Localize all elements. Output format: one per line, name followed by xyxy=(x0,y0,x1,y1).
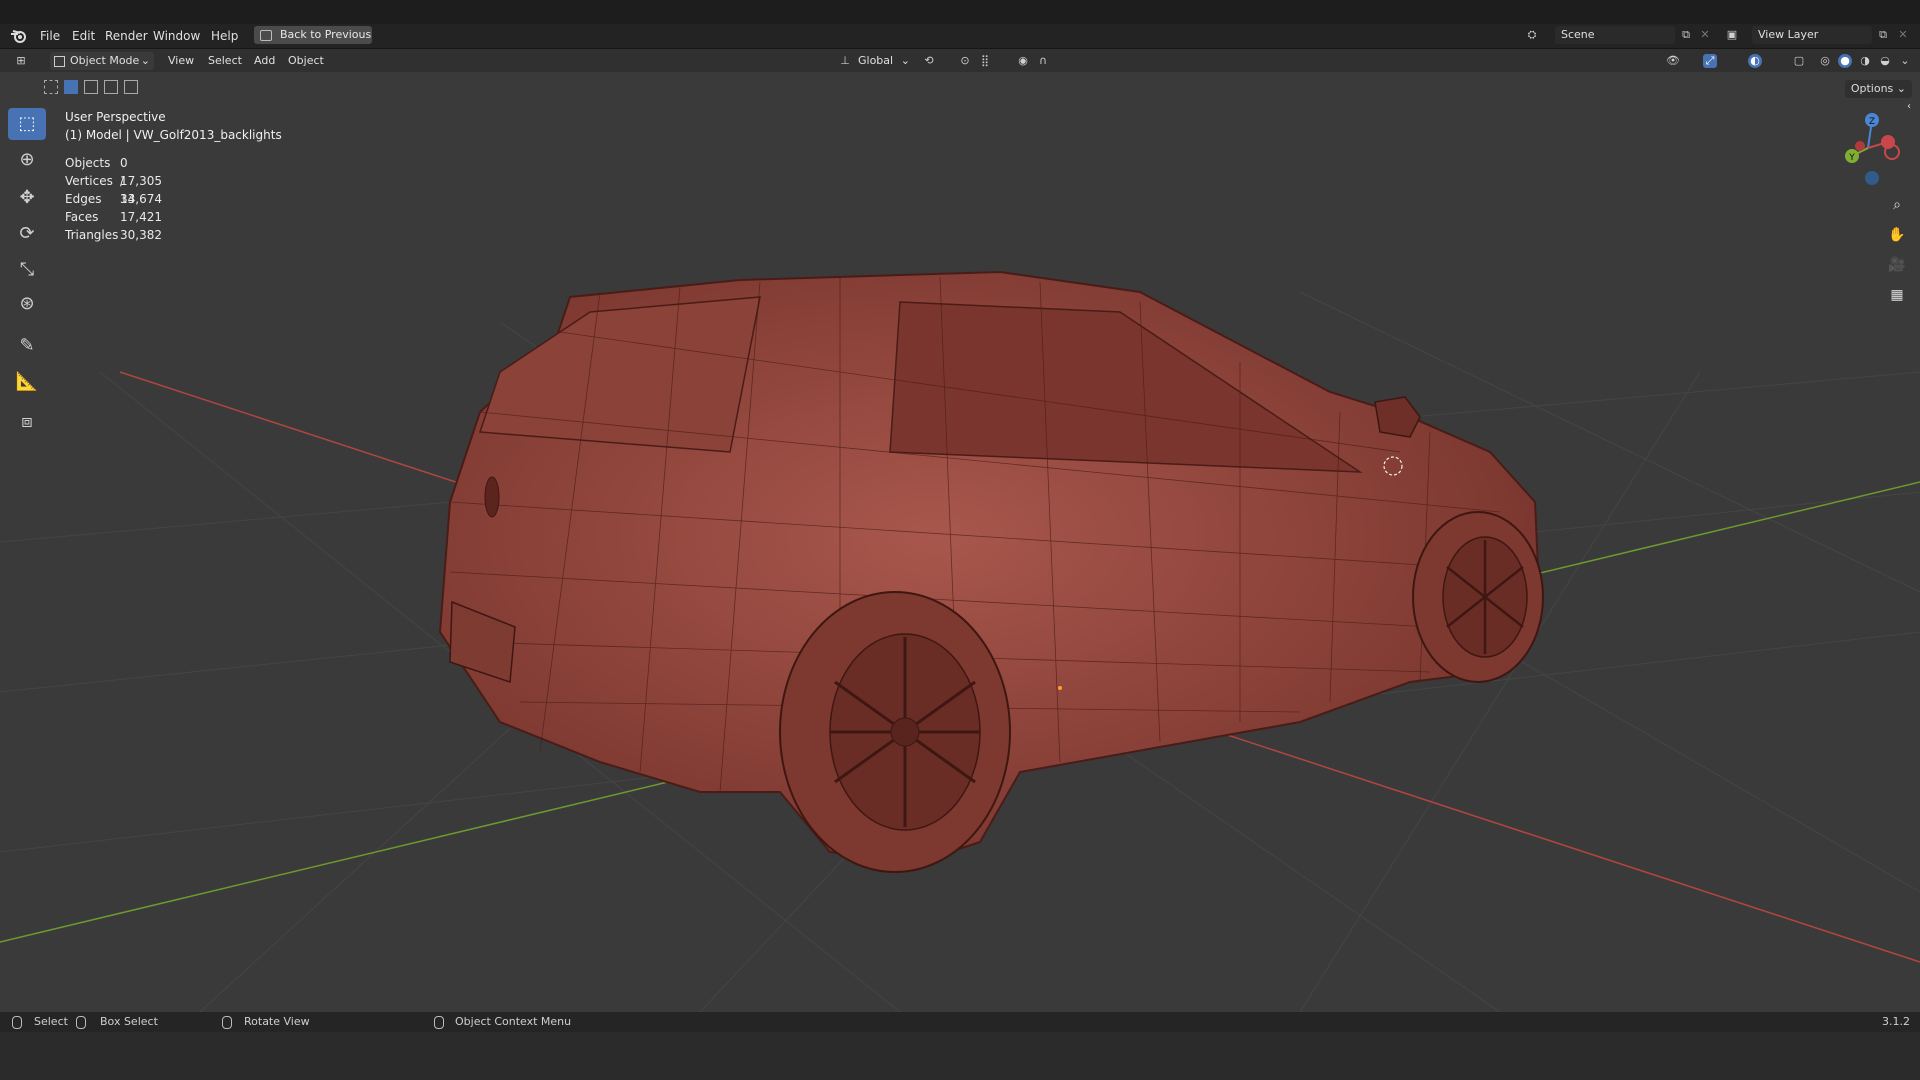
3d-viewport[interactable]: Z Y ⌕ ✋ 🎥 ▦ ‹ xyxy=(0,72,1920,1012)
navigation-gizmo[interactable]: Z Y xyxy=(1830,108,1910,188)
chevron-down-icon: ⌄ xyxy=(900,54,910,67)
transform-orientation-dropdown[interactable]: Global ⌄ xyxy=(856,52,912,70)
blender-logo-icon[interactable] xyxy=(10,28,28,44)
solid-shading-icon[interactable]: ● xyxy=(1838,54,1852,68)
select-invert-icon[interactable] xyxy=(104,80,118,94)
new-view-layer-icon[interactable]: ⧉ xyxy=(1876,28,1890,42)
active-object-label: (1) Model | VW_Golf2013_backlights xyxy=(65,128,282,142)
select-new-icon[interactable] xyxy=(44,80,58,94)
annotate-tool-icon[interactable]: ✎ xyxy=(8,330,46,362)
neg-x-dot xyxy=(1855,141,1865,151)
view-layer-field[interactable]: View Layer xyxy=(1752,26,1872,44)
sidebar-toggle-icon[interactable]: ‹ xyxy=(1898,96,1920,118)
pivot-point-icon[interactable]: ⟲ xyxy=(922,54,936,68)
header-menu-add[interactable]: Add xyxy=(254,52,275,70)
mouse-middle-icon xyxy=(222,1016,232,1029)
mouse-drag-icon xyxy=(76,1016,86,1029)
pan-hand-icon[interactable]: ✋ xyxy=(1886,224,1908,246)
scene-icon[interactable]: ⛭ xyxy=(1525,28,1539,42)
object-origin xyxy=(1058,686,1062,690)
orientation-icon: ⊥ xyxy=(840,54,850,67)
top-bar xyxy=(0,0,1920,24)
zoom-icon[interactable]: ⌕ xyxy=(1886,194,1908,216)
header-menu-object[interactable]: Object xyxy=(288,52,324,70)
menu-help[interactable]: Help xyxy=(207,28,242,44)
select-extend-icon[interactable] xyxy=(64,80,78,94)
measure-tool-icon[interactable]: 📐 xyxy=(8,366,46,398)
screen-icon xyxy=(260,30,272,41)
xray-icon[interactable]: ▢ xyxy=(1792,54,1806,68)
select-box-tool-icon[interactable]: ⬚ xyxy=(8,108,46,140)
rendered-shading-icon[interactable]: ◒ xyxy=(1878,54,1892,68)
wireframe-shading-icon[interactable]: ◎ xyxy=(1818,54,1832,68)
transform-tool-icon[interactable]: ⊛ xyxy=(8,288,46,320)
rotate-tool-icon[interactable]: ⟳ xyxy=(8,218,46,250)
move-tool-icon[interactable]: ✥ xyxy=(8,182,46,214)
visibility-icon[interactable]: 👁 xyxy=(1666,54,1680,68)
neg-z-axis-handle[interactable] xyxy=(1865,171,1879,185)
car-mesh[interactable] xyxy=(438,270,1544,873)
delete-scene-icon[interactable]: ✕ xyxy=(1698,28,1712,42)
cursor-tool-icon[interactable]: ⊕ xyxy=(8,144,46,176)
select-subtract-icon[interactable] xyxy=(84,80,98,94)
view-perspective-label: User Perspective xyxy=(65,110,166,124)
menu-render[interactable]: Render xyxy=(101,28,152,44)
header-menu-select[interactable]: Select xyxy=(208,52,242,70)
bottom-letterbox xyxy=(0,1032,1920,1080)
camera-view-icon[interactable]: 🎥 xyxy=(1886,254,1908,276)
falloff-icon[interactable]: ∩ xyxy=(1036,54,1050,68)
material-shading-icon[interactable]: ◑ xyxy=(1858,54,1872,68)
proportional-edit-icon[interactable]: ◉ xyxy=(1016,54,1030,68)
scale-tool-icon[interactable]: ⤡ xyxy=(8,254,46,286)
object-mode-icon xyxy=(54,56,65,67)
options-dropdown[interactable]: Options ⌄ xyxy=(1844,80,1912,98)
mouse-right-icon xyxy=(434,1016,444,1029)
snap-icon[interactable]: ⊙ xyxy=(958,54,972,68)
select-intersect-icon[interactable] xyxy=(124,80,138,94)
svg-text:Y: Y xyxy=(1848,153,1855,163)
version-label: 3.1.2 xyxy=(1882,1015,1910,1028)
new-scene-icon[interactable]: ⧉ xyxy=(1679,28,1693,42)
mode-dropdown[interactable]: Object Mode ⌄ xyxy=(50,52,154,70)
header-menu-view[interactable]: View xyxy=(168,52,194,70)
menu-file[interactable]: File xyxy=(36,28,64,44)
mouse-left-icon xyxy=(12,1016,22,1029)
svg-text:Z: Z xyxy=(1869,117,1875,127)
viewport-grid xyxy=(0,270,1920,1012)
delete-view-layer-icon[interactable]: ✕ xyxy=(1896,28,1910,42)
add-cube-tool-icon[interactable]: ⧈ xyxy=(8,406,46,438)
selection-mode-buttons xyxy=(44,80,140,96)
status-bar: Select Box Select Rotate View Object Con… xyxy=(0,1012,1920,1032)
chevron-down-icon: ⌄ xyxy=(140,54,150,67)
gizmo-toggle-icon[interactable]: ⤢ xyxy=(1703,54,1717,68)
ortho-toggle-icon[interactable]: ▦ xyxy=(1886,284,1908,306)
editor-type-icon[interactable]: ⊞ xyxy=(14,54,28,68)
snap-target-icon[interactable]: ⣿ xyxy=(978,54,992,68)
view-layer-icon[interactable]: ▣ xyxy=(1725,28,1739,42)
overlay-toggle-icon[interactable]: ◐ xyxy=(1748,54,1762,68)
back-to-previous-button[interactable]: Back to Previous xyxy=(254,26,372,44)
scene-field[interactable]: Scene xyxy=(1555,26,1675,44)
menu-edit[interactable]: Edit xyxy=(68,28,99,44)
menu-window[interactable]: Window xyxy=(149,28,204,44)
shading-options-icon[interactable]: ⌄ xyxy=(1898,54,1912,68)
x-axis-handle[interactable] xyxy=(1881,135,1895,149)
